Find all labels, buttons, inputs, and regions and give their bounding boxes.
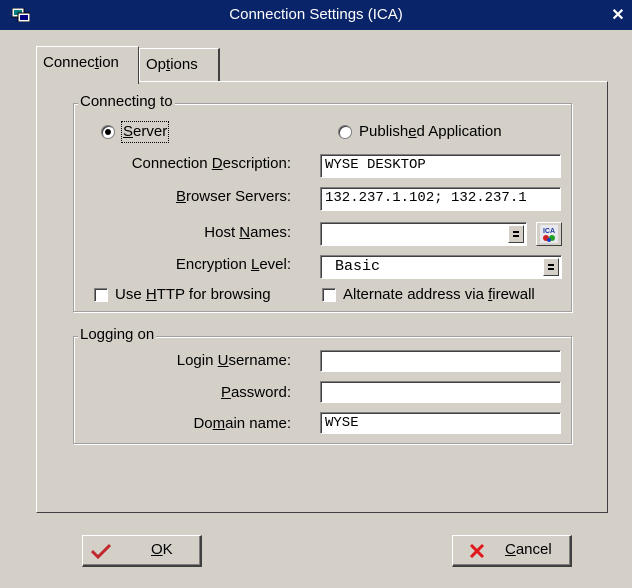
cancel-label: Cancel bbox=[505, 536, 552, 564]
browser-servers-label: Browser Servers: bbox=[80, 186, 291, 208]
ica-icon: ICA bbox=[540, 225, 558, 243]
label-part: rowser Servers: bbox=[185, 188, 291, 205]
connecting-legend: Connecting to bbox=[78, 93, 175, 111]
tab-label-part: ion bbox=[98, 54, 119, 71]
label-part: ames: bbox=[250, 224, 291, 241]
label-part: Host bbox=[204, 224, 240, 241]
domain-label: Domain name: bbox=[80, 413, 291, 435]
server-radio-label[interactable]: Server bbox=[120, 121, 170, 143]
label-part: TTP for browsing bbox=[156, 286, 271, 303]
label-part: ancel bbox=[515, 541, 552, 558]
label-part: erver bbox=[133, 123, 168, 140]
label-part: ain name: bbox=[225, 415, 291, 432]
label-key: S bbox=[123, 123, 134, 140]
label-part: assword: bbox=[230, 384, 291, 401]
label-part: Publish bbox=[359, 123, 409, 140]
browser-servers-field[interactable]: 132.237.1.102; 132.237.1 bbox=[320, 187, 561, 211]
label-key: D bbox=[211, 155, 223, 172]
label-part: Alternate address via bbox=[343, 286, 489, 303]
label-part: Use bbox=[115, 286, 146, 303]
server-radio[interactable] bbox=[101, 125, 115, 139]
cancel-button[interactable]: Cancel bbox=[452, 535, 572, 567]
label-part: d Application bbox=[416, 123, 502, 140]
label-key: e bbox=[408, 123, 417, 140]
description-label: Connection Description: bbox=[80, 153, 291, 175]
tab-label-part: Op bbox=[146, 56, 167, 73]
label-key: C bbox=[505, 541, 516, 558]
label-part: sername: bbox=[228, 352, 291, 369]
label-part: evel: bbox=[259, 256, 291, 273]
label-part: escription: bbox=[222, 155, 291, 172]
label-part: irewall bbox=[492, 286, 535, 303]
label-part: Encryption bbox=[175, 256, 251, 273]
label-key: U bbox=[217, 352, 229, 369]
label-key: N bbox=[239, 224, 251, 241]
host-names-dropdown-button[interactable] bbox=[508, 225, 524, 243]
label-part: Login bbox=[176, 352, 218, 369]
username-field[interactable] bbox=[320, 350, 561, 372]
label-key: H bbox=[145, 286, 157, 303]
label-key: O bbox=[151, 541, 163, 558]
label-part: Do bbox=[193, 415, 213, 432]
ok-label: OK bbox=[151, 536, 173, 564]
label-key: B bbox=[175, 188, 186, 205]
alternate-address-label[interactable]: Alternate address via firewall bbox=[343, 285, 535, 305]
alternate-address-checkbox[interactable] bbox=[322, 288, 336, 302]
password-field[interactable] bbox=[320, 381, 561, 403]
tab-options[interactable]: Options bbox=[139, 48, 220, 82]
use-http-checkbox[interactable] bbox=[94, 288, 108, 302]
host-names-label: Host Names: bbox=[80, 222, 291, 244]
cancel-x-icon bbox=[469, 544, 485, 558]
published-app-radio[interactable] bbox=[338, 125, 352, 139]
window-title: Connection Settings (ICA) bbox=[229, 6, 403, 23]
host-names-field[interactable] bbox=[320, 222, 527, 246]
label-part: K bbox=[162, 541, 173, 558]
ica-icon-text: ICA bbox=[543, 228, 555, 235]
label-key: P bbox=[220, 384, 231, 401]
tab-label-part: Connec bbox=[43, 54, 95, 71]
label-part: Connection bbox=[131, 155, 212, 172]
logging-on-legend: Logging on bbox=[78, 326, 157, 344]
encryption-dropdown-button[interactable] bbox=[543, 258, 559, 276]
tab-connection[interactable]: Connection bbox=[36, 46, 139, 84]
label-key: m bbox=[212, 415, 226, 432]
tab-label-part: ions bbox=[170, 56, 198, 73]
encryption-label: Encryption Level: bbox=[80, 254, 291, 276]
password-label: Password: bbox=[80, 382, 291, 404]
ica-browse-button[interactable]: ICA bbox=[536, 222, 562, 246]
domain-field[interactable]: WYSE bbox=[320, 412, 561, 434]
ok-button[interactable]: OK bbox=[82, 535, 202, 567]
published-app-radio-label[interactable]: Published Application bbox=[359, 122, 502, 142]
use-http-label[interactable]: Use HTTP for browsing bbox=[115, 285, 271, 305]
description-field[interactable]: WYSE DESKTOP bbox=[320, 154, 561, 178]
encryption-select[interactable]: Basic bbox=[320, 255, 562, 279]
close-icon[interactable]: ✕ bbox=[610, 8, 626, 24]
username-label: Login Username: bbox=[80, 350, 291, 372]
checkmark-icon bbox=[91, 543, 111, 559]
